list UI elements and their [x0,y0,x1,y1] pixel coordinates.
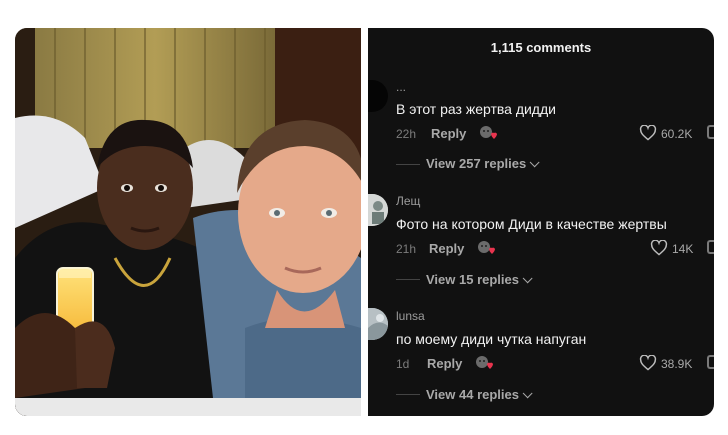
like-count: 14K [672,242,694,256]
divider [396,279,420,280]
panel-edge-handle [707,240,714,254]
view-replies-button[interactable]: View 257 replies [426,156,540,171]
view-replies-button[interactable]: View 44 replies [426,387,533,402]
like-count: 38.9K [661,357,693,371]
like-button[interactable]: 38.9K [639,355,709,373]
like-count: 60.2K [661,127,693,141]
comment-text: по моему диди чутка напуган [396,331,587,347]
divider [396,164,420,165]
photo [15,28,361,416]
comment-time: 21h [396,242,417,256]
reply-button[interactable]: Reply [429,241,464,256]
avatar[interactable] [368,80,388,112]
comment-time: 1d [396,357,410,371]
comments-count-header: 1,115 comments [490,40,592,55]
heart-icon [650,240,668,256]
comment-text: Фото на котором Диди в качестве жертвы [396,216,667,232]
reply-button[interactable]: Reply [427,356,462,371]
avatar-image [368,194,388,226]
chevron-down-icon [522,273,533,284]
reaction-badge-icon[interactable] [477,240,497,256]
comment-text: В этот раз жертва дидди [396,101,556,117]
chevron-down-icon [522,388,533,399]
comment-time: 22h [396,127,417,141]
heart-icon [639,125,657,141]
like-button[interactable]: 60.2K [639,125,709,143]
comment-username[interactable]: Лещ [396,194,420,208]
heart-icon [639,355,657,371]
avatar[interactable] [368,308,388,340]
divider [396,394,420,395]
reaction-badge-icon[interactable] [475,355,495,371]
view-replies-button[interactable]: View 15 replies [426,272,533,287]
comment-username[interactable]: ... [396,80,406,94]
panel-edge-handle [707,125,714,139]
panel-edge-handle [707,355,714,369]
comments-panel: 1,115 comments ... В этот раз жертва дид… [368,28,714,416]
comment-username[interactable]: lunsa [396,309,425,323]
reply-button[interactable]: Reply [431,126,466,141]
like-button[interactable]: 14K [650,240,714,258]
photo-image [15,28,361,416]
reaction-badge-icon[interactable] [479,125,499,141]
chevron-down-icon [529,157,540,168]
avatar[interactable] [368,194,388,226]
avatar-image [368,308,388,340]
